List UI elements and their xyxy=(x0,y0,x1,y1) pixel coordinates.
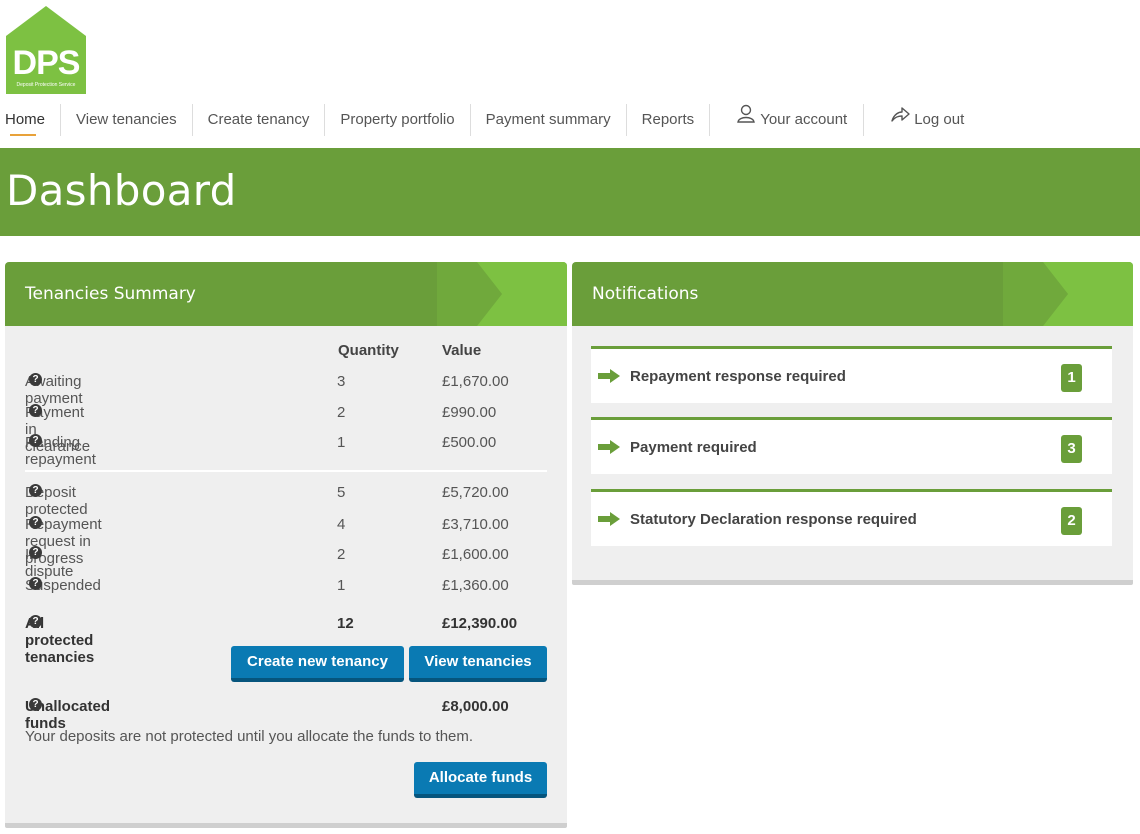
logo-subtitle: Deposit Protection Service xyxy=(16,82,76,88)
right-arrow-icon xyxy=(598,512,620,531)
row-value: £990.00 xyxy=(442,404,497,421)
nav-payment-summary-label: Payment summary xyxy=(485,111,611,128)
help-icon[interactable]: ? xyxy=(29,615,42,628)
notifications-panel: Notifications Repayment response require… xyxy=(572,262,1133,585)
row-quantity: 4 xyxy=(337,516,346,533)
nav-reports[interactable]: Reports xyxy=(627,104,711,136)
row-value: £1,670.00 xyxy=(442,373,509,390)
create-new-tenancy-button[interactable]: Create new tenancy xyxy=(231,646,404,682)
row-quantity: 5 xyxy=(337,484,346,501)
summary-total-row: All protected tenancies? 12 £12,390.00 xyxy=(25,615,547,666)
notification-item[interactable]: Payment required 3 xyxy=(591,417,1112,474)
unallocated-funds-row: Unallocated funds? £8,000.00 xyxy=(25,698,547,732)
nav-your-account[interactable]: Your account xyxy=(710,103,865,136)
unallocated-value: £8,000.00 xyxy=(442,698,509,715)
tenancies-summary-header: Tenancies Summary xyxy=(5,262,567,326)
help-icon[interactable]: ? xyxy=(29,577,42,590)
help-icon[interactable]: ? xyxy=(29,434,42,447)
panel-decoration-icon xyxy=(437,262,567,326)
notification-count-badge: 2 xyxy=(1061,507,1082,535)
summary-row: Repayment request in progress? 4 £3,710.… xyxy=(25,516,547,567)
nav-create-tenancy-label: Create tenancy xyxy=(207,111,310,128)
notification-count-badge: 1 xyxy=(1061,364,1082,392)
view-tenancies-button[interactable]: View tenancies xyxy=(409,646,547,682)
share-arrow-icon xyxy=(890,103,910,135)
right-arrow-icon xyxy=(598,440,620,459)
logo-text: DPS xyxy=(12,44,81,82)
page-header-band: Dashboard xyxy=(0,148,1140,236)
panel-decoration-icon xyxy=(1003,262,1133,326)
row-value: £1,600.00 xyxy=(442,546,509,563)
nav-reports-label: Reports xyxy=(641,111,695,128)
summary-row: In dispute? 2 £1,600.00 xyxy=(25,546,547,580)
notification-item[interactable]: Repayment response required 1 xyxy=(591,346,1112,403)
help-icon[interactable]: ? xyxy=(29,698,42,711)
notifications-header: Notifications xyxy=(572,262,1133,326)
nav-payment-summary[interactable]: Payment summary xyxy=(471,104,627,136)
summary-row: Suspended? 1 £1,360.00 xyxy=(25,577,547,599)
summary-row: Pending repayment? 1 £500.00 xyxy=(25,434,547,468)
nav-log-out[interactable]: Log out xyxy=(864,104,980,136)
row-quantity: 2 xyxy=(337,404,346,421)
row-value: £5,720.00 xyxy=(442,484,509,501)
total-value: £12,390.00 xyxy=(442,615,518,632)
summary-row: Awaiting payment? 3 £1,670.00 xyxy=(25,373,547,407)
row-quantity: 3 xyxy=(337,373,346,390)
notifications-title: Notifications xyxy=(592,284,699,304)
nav-property-portfolio[interactable]: Property portfolio xyxy=(325,104,471,136)
notification-count-badge: 3 xyxy=(1061,435,1082,463)
tenancies-summary-panel: Tenancies Summary Quantity Value Awaitin… xyxy=(5,262,567,828)
nav-home-label: Home xyxy=(5,111,46,128)
dps-logo[interactable]: DPS Deposit Protection Service xyxy=(6,6,86,94)
main-nav: Home View tenancies Create tenancy Prope… xyxy=(0,104,980,136)
tenancies-summary-title: Tenancies Summary xyxy=(25,284,196,304)
nav-create-tenancy[interactable]: Create tenancy xyxy=(193,104,326,136)
help-icon[interactable]: ? xyxy=(29,404,42,417)
notification-label: Payment required xyxy=(630,439,757,456)
nav-view-tenancies[interactable]: View tenancies xyxy=(61,104,193,136)
row-quantity: 1 xyxy=(337,577,346,594)
nav-view-tenancies-label: View tenancies xyxy=(76,111,177,128)
nav-log-out-label: Log out xyxy=(914,111,965,128)
help-icon[interactable]: ? xyxy=(29,484,42,497)
total-quantity: 12 xyxy=(337,615,354,632)
col-quantity-header: Quantity xyxy=(338,342,399,359)
help-icon[interactable]: ? xyxy=(29,373,42,386)
right-arrow-icon xyxy=(598,369,620,388)
notification-label: Repayment response required xyxy=(630,368,846,385)
help-icon[interactable]: ? xyxy=(29,516,42,529)
col-value-header: Value xyxy=(442,342,482,359)
row-quantity: 1 xyxy=(337,434,346,451)
summary-divider xyxy=(25,470,547,472)
notification-label: Statutory Declaration response required xyxy=(630,511,917,528)
help-icon[interactable]: ? xyxy=(29,546,42,559)
allocate-funds-button[interactable]: Allocate funds xyxy=(414,762,547,798)
summary-row: Payment in clearance? 2 £990.00 xyxy=(25,404,547,455)
nav-home[interactable]: Home xyxy=(0,104,62,136)
row-quantity: 2 xyxy=(337,546,346,563)
page-title: Dashboard xyxy=(6,166,237,215)
nav-property-portfolio-label: Property portfolio xyxy=(340,111,455,128)
user-icon xyxy=(736,103,756,135)
row-value: £3,710.00 xyxy=(442,516,509,533)
allocation-note: Your deposits are not protected until yo… xyxy=(25,728,474,745)
summary-row: Deposit protected? 5 £5,720.00 xyxy=(25,484,547,518)
row-value: £500.00 xyxy=(442,434,497,451)
row-value: £1,360.00 xyxy=(442,577,509,594)
nav-your-account-label: Your account xyxy=(760,111,848,128)
notification-item[interactable]: Statutory Declaration response required … xyxy=(591,489,1112,546)
